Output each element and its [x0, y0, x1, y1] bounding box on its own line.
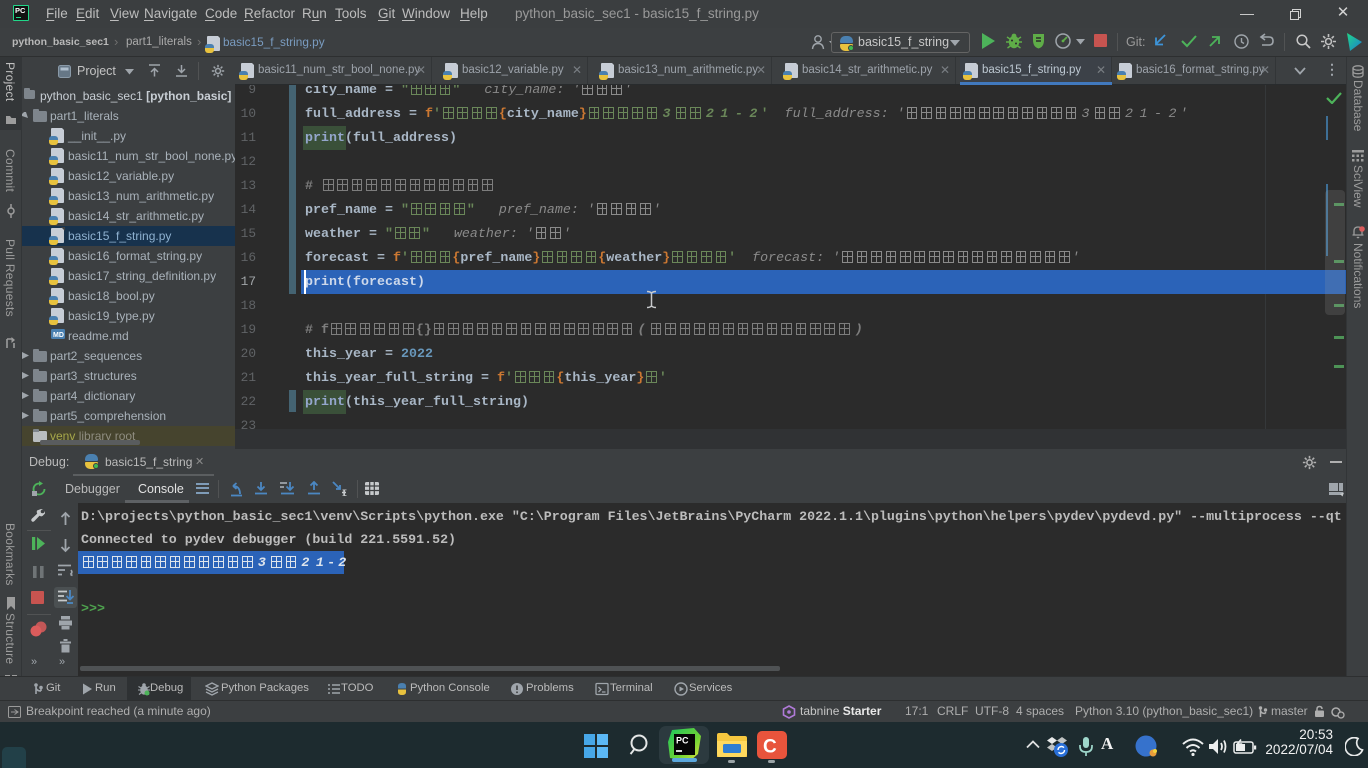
- svg-text:I: I: [342, 489, 348, 497]
- svg-text:PC: PC: [676, 736, 689, 746]
- svg-text:C: C: [763, 737, 777, 758]
- svg-text:MD: MD: [53, 332, 64, 339]
